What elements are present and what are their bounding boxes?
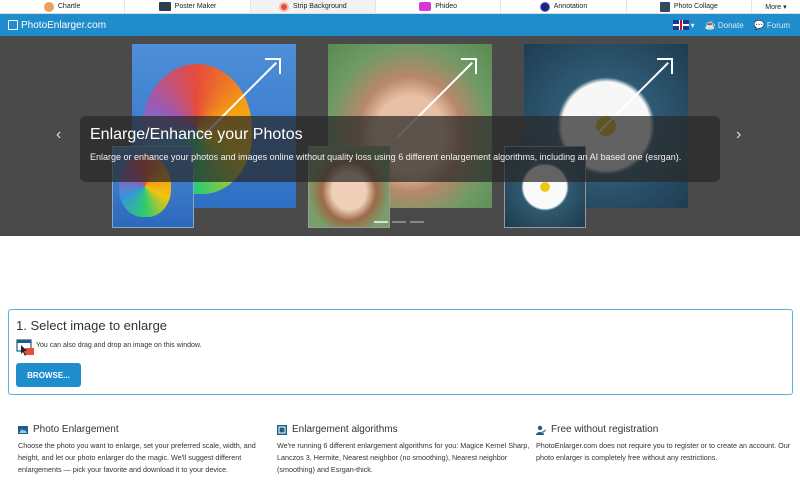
feature-free-without-registration: Free without registration PhotoEnlarger.… <box>536 424 792 464</box>
hero-caption: Enlarge/Enhance your Photos Enlarge or e… <box>80 116 720 182</box>
hero-text: Enlarge or enhance your photos and image… <box>90 152 682 162</box>
app-label: Strip Background <box>292 3 347 10</box>
hero-title: Enlarge/Enhance your Photos <box>90 126 303 143</box>
navbar: PhotoEnlarger.com ▾ ☕ Donate 💬 Forum <box>0 14 800 36</box>
photo-collage-icon <box>659 1 670 12</box>
app-photo-collage[interactable]: Photo Collage <box>627 0 752 13</box>
strip-background-icon <box>278 1 289 12</box>
carousel-indicator[interactable] <box>392 221 406 223</box>
annotation-icon <box>539 1 550 12</box>
app-phideo[interactable]: Phideo <box>376 0 502 13</box>
drag-drop-icon <box>16 339 34 356</box>
feature-photo-enlargement: Photo Enlargement Choose the photo you w… <box>18 424 274 476</box>
feature-title: Free without registration <box>551 424 659 435</box>
hero-carousel: Enlarge/Enhance your Photos Enlarge or e… <box>0 36 800 236</box>
app-chartle[interactable]: Chartle <box>0 0 126 13</box>
brand-name: PhotoEnlarger.com <box>21 19 107 31</box>
carousel-indicators <box>374 221 424 223</box>
forum-link[interactable]: 💬 Forum <box>754 20 790 31</box>
language-selector[interactable]: ▾ <box>672 20 695 30</box>
select-image-title: 1. Select image to enlarge <box>16 318 168 333</box>
app-label: Poster Maker <box>174 3 217 10</box>
donate-label: Donate <box>717 20 744 30</box>
app-label: Photo Collage <box>673 3 718 10</box>
chartle-icon <box>43 1 54 12</box>
enlarge-logo-icon <box>8 20 18 30</box>
more-label: More ▾ <box>765 3 787 11</box>
language-caret: ▾ <box>690 20 695 30</box>
app-label: Chartle <box>57 3 81 10</box>
feature-title: Enlargement algorithms <box>292 424 398 435</box>
app-strip-background[interactable]: Strip Background <box>250 0 376 13</box>
feature-title: Photo Enlargement <box>33 424 119 435</box>
feature-text: Choose the photo you want to enlarge, se… <box>18 441 256 474</box>
carousel-prev-button[interactable]: ‹ <box>56 126 61 144</box>
browse-button[interactable]: BROWSE... <box>16 363 81 387</box>
app-annotation[interactable]: Annotation <box>501 0 627 13</box>
forum-label: Forum <box>766 20 790 30</box>
select-image-panel: 1. Select image to enlarge You can also … <box>8 309 793 395</box>
feature-text: PhotoEnlarger.com does not require you t… <box>536 441 791 462</box>
app-label: Annotation <box>553 3 588 10</box>
user-check-icon <box>536 425 546 435</box>
app-label: Phideo <box>435 3 458 10</box>
carousel-next-button[interactable]: › <box>736 126 741 144</box>
uk-flag-icon <box>672 20 689 30</box>
image-icon <box>18 425 28 434</box>
feature-enlargement-algorithms: Enlargement algorithms We're running 6 d… <box>277 424 533 476</box>
carousel-indicator[interactable] <box>374 221 388 223</box>
comments-icon: 💬 <box>753 19 765 30</box>
apps-bar: Chartle Poster Maker Strip Background Ph… <box>0 0 800 14</box>
app-poster-maker[interactable]: Poster Maker <box>125 0 251 13</box>
algorithm-icon <box>277 424 287 435</box>
poster-maker-icon <box>158 2 171 11</box>
drag-drop-text: You can also drag and drop an image on t… <box>36 342 202 349</box>
brand-link[interactable]: PhotoEnlarger.com <box>8 20 106 31</box>
donate-link[interactable]: ☕ Donate <box>705 20 744 31</box>
carousel-indicator[interactable] <box>410 221 424 223</box>
phideo-icon <box>419 2 432 11</box>
arrow-head-icon <box>461 58 477 74</box>
arrow-head-icon <box>657 58 673 74</box>
coffee-icon: ☕ <box>704 19 716 30</box>
feature-text: We're running 6 different enlargement al… <box>277 441 530 474</box>
more-menu[interactable]: More ▾ <box>752 0 800 13</box>
arrow-head-icon <box>265 58 281 74</box>
